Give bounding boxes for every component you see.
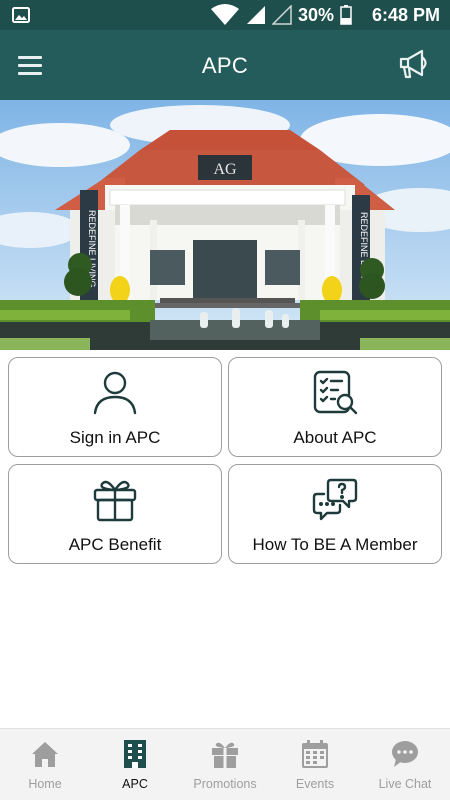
clock-time: 6:48 PM: [371, 4, 440, 25]
battery-icon: [340, 5, 352, 25]
apc-menu-grid: Sign in APC About APC APC Benefit How To…: [8, 357, 442, 564]
nav-promotions[interactable]: Promotions: [180, 729, 270, 800]
tile-label: Sign in APC: [69, 428, 161, 447]
nav-live-chat[interactable]: Live Chat: [360, 729, 450, 800]
sign-in-apc-tile[interactable]: Sign in APC: [8, 357, 222, 457]
nav-label: Promotions: [193, 777, 257, 791]
megaphone-icon[interactable]: [398, 47, 432, 81]
nav-label: Events: [295, 777, 335, 791]
gift-icon: [212, 742, 238, 768]
hero-banner-image: AG REDEFINE LIVING REDEFINE LIVING: [0, 100, 450, 350]
nav-label: Home: [28, 777, 62, 791]
bottom-navigation: Home APC Promotions Events Live Chat: [0, 728, 450, 800]
how-to-be-a-member-tile[interactable]: How To BE A Member: [228, 464, 442, 564]
signal-empty-icon: [271, 5, 292, 25]
calendar-icon: [302, 740, 328, 768]
battery-percent: 30%: [297, 4, 334, 25]
nav-events[interactable]: Events: [270, 729, 360, 800]
building-icon: [124, 740, 146, 768]
page-title: APC: [201, 53, 249, 78]
wifi-icon: [210, 4, 239, 25]
chat-bubble-icon: [392, 741, 418, 767]
tile-label: APC Benefit: [68, 535, 162, 554]
signal-icon: [246, 6, 265, 24]
chat-question-icon: [312, 478, 358, 521]
building-sign-text: AG: [213, 161, 237, 178]
nav-apc[interactable]: APC: [90, 729, 180, 800]
nav-home[interactable]: Home: [0, 729, 90, 800]
home-icon: [32, 742, 58, 767]
status-bar: 30% 6:48 PM: [0, 0, 450, 30]
apc-benefit-tile[interactable]: APC Benefit: [8, 464, 222, 564]
app-bar: APC: [0, 30, 450, 100]
nav-label: APC: [122, 777, 148, 791]
gift-icon: [93, 480, 137, 522]
user-icon: [93, 371, 137, 415]
checklist-search-icon: [313, 370, 358, 415]
tile-label: About APC: [293, 428, 377, 447]
app-screen: 30% 6:48 PM APC AG REDEFINE LIVING REDEF…: [0, 0, 450, 800]
nav-label: Live Chat: [378, 777, 432, 791]
about-apc-tile[interactable]: About APC: [228, 357, 442, 457]
tile-label: How To BE A Member: [252, 535, 418, 554]
image-icon: [12, 7, 30, 28]
